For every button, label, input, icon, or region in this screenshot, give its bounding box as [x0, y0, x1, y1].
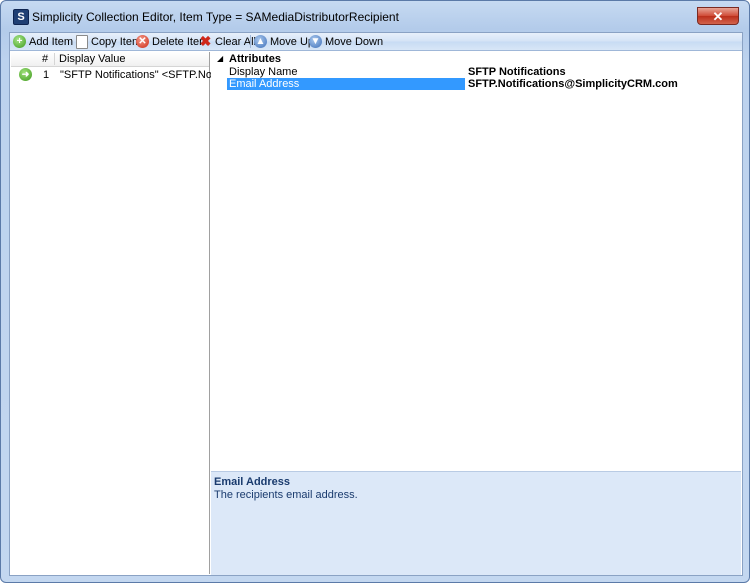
add-icon: +	[13, 35, 26, 48]
column-display-value-header[interactable]: Display Value	[59, 53, 125, 65]
property-display-name[interactable]: Display Name SFTP Notifications	[227, 66, 741, 78]
delete-icon: ✕	[136, 35, 149, 48]
arrow-down-icon: ▼	[309, 35, 322, 48]
title-bar[interactable]: S Simplicity Collection Editor, Item Typ…	[1, 1, 749, 31]
category-label: Attributes	[229, 53, 281, 65]
client-area: + Add Item Copy Item ✕ Delete Item ✖ Cle…	[9, 32, 743, 576]
row-index: 1	[43, 69, 50, 81]
arrow-up-icon: ▲	[254, 35, 267, 48]
description-title: Email Address	[214, 476, 291, 488]
clear-all-button[interactable]: ✖ Clear All	[199, 34, 256, 49]
editor-window: S Simplicity Collection Editor, Item Typ…	[0, 0, 750, 583]
clear-icon: ✖	[199, 33, 212, 49]
add-item-label: Add Item	[29, 35, 74, 48]
current-row-arrow-icon: ➜	[19, 68, 32, 81]
category-attributes[interactable]: ◢ Attributes	[211, 53, 741, 65]
property-value[interactable]: SFTP Notifications	[468, 66, 566, 78]
window-title: Simplicity Collection Editor, Item Type …	[32, 10, 399, 24]
move-down-label: Move Down	[325, 35, 384, 48]
move-up-label: Move Up	[270, 35, 315, 48]
app-icon: S	[13, 9, 29, 25]
description-text: The recipients email address.	[214, 489, 358, 501]
list-item[interactable]: ➜ 1 "SFTP Notifications" <SFTP.Notificat…	[11, 67, 249, 82]
add-item-button[interactable]: + Add Item	[13, 34, 73, 49]
property-grid: ◢ Attributes Display Name SFTP Notificat…	[211, 52, 741, 470]
items-list: # Display Value ➜ 1 "SFTP Notifications"…	[11, 52, 249, 574]
copy-item-button[interactable]: Copy Item	[76, 34, 141, 49]
close-button[interactable]: ✕	[697, 7, 739, 25]
move-up-button[interactable]: ▲ Move Up	[254, 34, 314, 49]
description-panel: Email Address The recipients email addre…	[211, 471, 741, 575]
copy-icon	[76, 34, 88, 49]
column-divider	[54, 53, 55, 65]
column-index-header[interactable]: #	[42, 53, 48, 65]
property-name: Display Name	[229, 66, 298, 78]
list-header: # Display Value	[11, 52, 209, 67]
property-email-address[interactable]: Email Address SFTP.Notifications@Simplic…	[227, 78, 741, 90]
property-value[interactable]: SFTP.Notifications@SimplicityCRM.com	[468, 78, 678, 90]
move-down-button[interactable]: ▼ Move Down	[309, 34, 383, 49]
copy-item-label: Copy Item	[91, 35, 142, 48]
collapse-arrow-icon[interactable]: ◢	[217, 54, 223, 63]
toolbar: + Add Item Copy Item ✕ Delete Item ✖ Cle…	[10, 33, 742, 51]
property-name: Email Address	[227, 78, 465, 90]
toolbar-separator	[250, 35, 251, 48]
delete-item-button[interactable]: ✕ Delete Item	[136, 34, 208, 49]
